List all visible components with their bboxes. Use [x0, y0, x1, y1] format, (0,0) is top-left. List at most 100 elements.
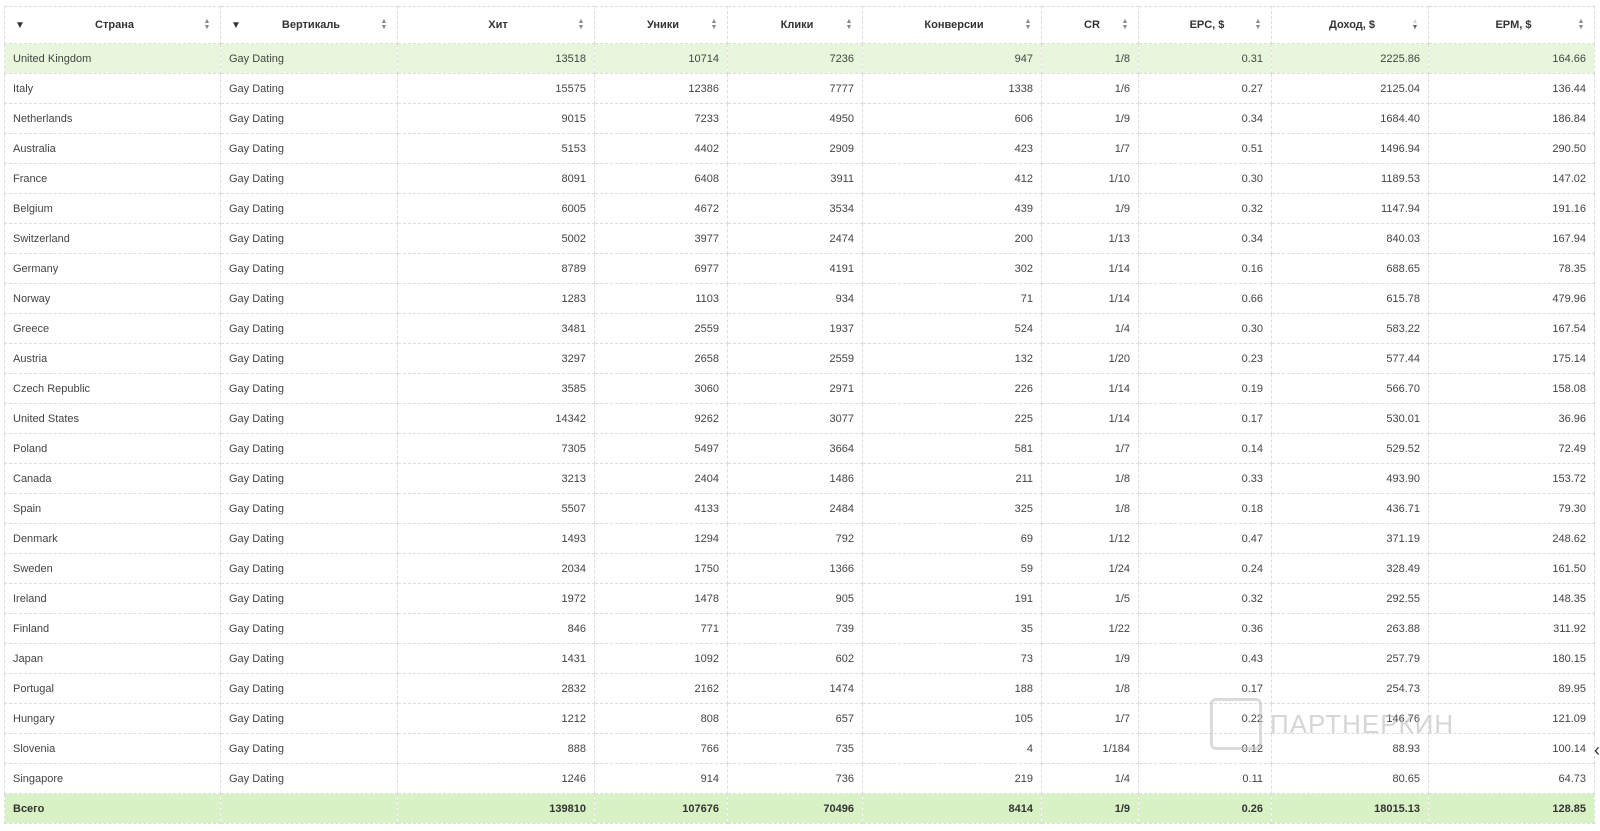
sort-icon[interactable]: ▲ ▼ — [844, 18, 854, 31]
table-row[interactable]: Germany Gay Dating 8789 6977 4191 302 1/14 0.16… — [4, 253, 1595, 284]
cell-conversions: 606 — [862, 103, 1042, 134]
cell-vertical: Gay Dating — [220, 253, 398, 284]
table-row[interactable]: Norway Gay Dating 1283 1103 934 71 1/14 0.66 615… — [4, 283, 1595, 314]
cell-clicks: 1937 — [727, 313, 863, 344]
table-row[interactable]: Poland Gay Dating 7305 5497 3664 581 1/7 0.14 52… — [4, 433, 1595, 464]
cell-epc: 0.11 — [1138, 763, 1272, 794]
column-header-conversions[interactable]: Конверсии ▲ ▼ — [862, 6, 1042, 44]
table-row[interactable]: Denmark Gay Dating 1493 1294 792 69 1/12 0.47 37… — [4, 523, 1595, 554]
column-label: EPM, $ — [1495, 19, 1532, 31]
cell-income: 436.71 — [1271, 493, 1429, 524]
sort-icon[interactable]: ▲ ▼ — [1253, 18, 1263, 31]
cell-vertical: Gay Dating — [220, 373, 398, 404]
cell-country: Poland — [4, 433, 221, 464]
cell-epc: 0.27 — [1138, 73, 1272, 104]
filter-icon[interactable]: ▼ — [13, 20, 27, 31]
cell-vertical: Gay Dating — [220, 73, 398, 104]
sort-icon[interactable]: ▲ ▼ — [1576, 18, 1586, 31]
table-row[interactable]: Sweden Gay Dating 2034 1750 1366 59 1/24 0.24 32… — [4, 553, 1595, 584]
chevron-left-icon[interactable]: ‹ — [1594, 740, 1600, 761]
table-row[interactable]: Japan Gay Dating 1431 1092 602 73 1/9 0.43 257.7… — [4, 643, 1595, 674]
table-row[interactable]: Switzerland Gay Dating 5002 3977 2474 200 1/13… — [4, 223, 1595, 254]
table-row[interactable]: Australia Gay Dating 5153 4402 2909 423 1/7 0.5… — [4, 133, 1595, 164]
cell-cr: 1/7 — [1041, 133, 1139, 164]
column-header-epm[interactable]: EPM, $ ▲ ▼ — [1428, 6, 1595, 44]
cell-conversions: 188 — [862, 673, 1042, 704]
table-body: United Kingdom Gay Dating 13518 10714 7236 94… — [4, 43, 1595, 794]
cell-clicks: 1486 — [727, 463, 863, 494]
table-row[interactable]: United States Gay Dating 14342 9262 3077 225 1… — [4, 403, 1595, 434]
sort-icon[interactable]: ▲ ▼ — [1120, 18, 1130, 31]
sort-icon[interactable]: ▲ ▼ — [1023, 18, 1033, 31]
cell-clicks: 7236 — [727, 43, 863, 74]
column-header-vertical[interactable]: ▼ Вертикаль ▲ ▼ — [220, 6, 398, 44]
total-cell-hits: 139810 — [397, 793, 595, 824]
cell-conversions: 226 — [862, 373, 1042, 404]
cell-epc: 0.33 — [1138, 463, 1272, 494]
cell-income: 2125.04 — [1271, 73, 1429, 104]
cell-conversions: 439 — [862, 193, 1042, 224]
cell-cr: 1/7 — [1041, 703, 1139, 734]
cell-uniques: 6408 — [594, 163, 728, 194]
cell-income: 583.22 — [1271, 313, 1429, 344]
column-header-income[interactable]: Доход, $ ▲ ▼ — [1271, 6, 1429, 44]
cell-conversions: 4 — [862, 733, 1042, 764]
table-row[interactable]: Spain Gay Dating 5507 4133 2484 325 1/8 0.18 436… — [4, 493, 1595, 524]
table-row[interactable]: United Kingdom Gay Dating 13518 10714 7236 94… — [4, 43, 1595, 74]
cell-vertical: Gay Dating — [220, 43, 398, 74]
table-row[interactable]: Slovenia Gay Dating 888 766 735 4 1/184 0.12 88.… — [4, 733, 1595, 764]
cell-clicks: 735 — [727, 733, 863, 764]
sort-icon[interactable]: ▲ ▼ — [202, 18, 212, 31]
sort-icon[interactable]: ▲ ▼ — [379, 18, 389, 31]
cell-cr: 1/14 — [1041, 403, 1139, 434]
cell-epc: 0.16 — [1138, 253, 1272, 284]
cell-clicks: 2909 — [727, 133, 863, 164]
table-row[interactable]: Singapore Gay Dating 1246 914 736 219 1/4 0.11 8… — [4, 763, 1595, 794]
column-header-hits[interactable]: Хит ▲ ▼ — [397, 6, 595, 44]
cell-vertical: Gay Dating — [220, 463, 398, 494]
cell-epc: 0.66 — [1138, 283, 1272, 314]
cell-epm: 161.50 — [1428, 553, 1595, 584]
table-row[interactable]: Portugal Gay Dating 2832 2162 1474 188 1/8 0.17… — [4, 673, 1595, 704]
cell-income: 2225.86 — [1271, 43, 1429, 74]
cell-conversions: 69 — [862, 523, 1042, 554]
cell-conversions: 200 — [862, 223, 1042, 254]
table-row[interactable]: Finland Gay Dating 846 771 739 35 1/22 0.36 263.… — [4, 613, 1595, 644]
table-row[interactable]: France Gay Dating 8091 6408 3911 412 1/10 0.30 1… — [4, 163, 1595, 194]
filter-icon[interactable]: ▼ — [229, 20, 243, 31]
sort-icon[interactable]: ▲ ▼ — [576, 18, 586, 31]
sort-desc-icon[interactable]: ▲ ▼ — [1410, 18, 1420, 31]
cell-epc: 0.14 — [1138, 433, 1272, 464]
column-header-epc[interactable]: EPC, $ ▲ ▼ — [1138, 6, 1272, 44]
cell-hits: 1972 — [397, 583, 595, 614]
cell-income: 292.55 — [1271, 583, 1429, 614]
table-row[interactable]: Greece Gay Dating 3481 2559 1937 524 1/4 0.30 58… — [4, 313, 1595, 344]
cell-income: 371.19 — [1271, 523, 1429, 554]
cell-epc: 0.17 — [1138, 673, 1272, 704]
table-row[interactable]: Austria Gay Dating 3297 2658 2559 132 1/20 0.23… — [4, 343, 1595, 374]
column-header-cr[interactable]: CR ▲ ▼ — [1041, 6, 1139, 44]
cell-cr: 1/7 — [1041, 433, 1139, 464]
cell-conversions: 325 — [862, 493, 1042, 524]
cell-epc: 0.19 — [1138, 373, 1272, 404]
cell-epm: 180.15 — [1428, 643, 1595, 674]
table-row[interactable]: Canada Gay Dating 3213 2404 1486 211 1/8 0.33 49… — [4, 463, 1595, 494]
table-row[interactable]: Czech Republic Gay Dating 3585 3060 2971 226 1… — [4, 373, 1595, 404]
cell-clicks: 657 — [727, 703, 863, 734]
column-header-clicks[interactable]: Клики ▲ ▼ — [727, 6, 863, 44]
column-header-uniques[interactable]: Уники ▲ ▼ — [594, 6, 728, 44]
cell-country: Norway — [4, 283, 221, 314]
column-label: Вертикаль — [281, 19, 341, 31]
table-row[interactable]: Italy Gay Dating 15575 12386 7777 1338 1/6 0.27… — [4, 73, 1595, 104]
table-row[interactable]: Netherlands Gay Dating 9015 7233 4950 606 1/9 0… — [4, 103, 1595, 134]
cell-epm: 72.49 — [1428, 433, 1595, 464]
cell-clicks: 1366 — [727, 553, 863, 584]
table-row[interactable]: Ireland Gay Dating 1972 1478 905 191 1/5 0.32 29… — [4, 583, 1595, 614]
sort-icon[interactable]: ▲ ▼ — [709, 18, 719, 31]
table-row[interactable]: Belgium Gay Dating 6005 4672 3534 439 1/9 0.32 1… — [4, 193, 1595, 224]
cell-vertical: Gay Dating — [220, 403, 398, 434]
cell-uniques: 808 — [594, 703, 728, 734]
cell-epm: 290.50 — [1428, 133, 1595, 164]
column-header-country[interactable]: ▼ Страна ▲ ▼ — [4, 6, 221, 44]
table-row[interactable]: Hungary Gay Dating 1212 808 657 105 1/7 0.22 146… — [4, 703, 1595, 734]
